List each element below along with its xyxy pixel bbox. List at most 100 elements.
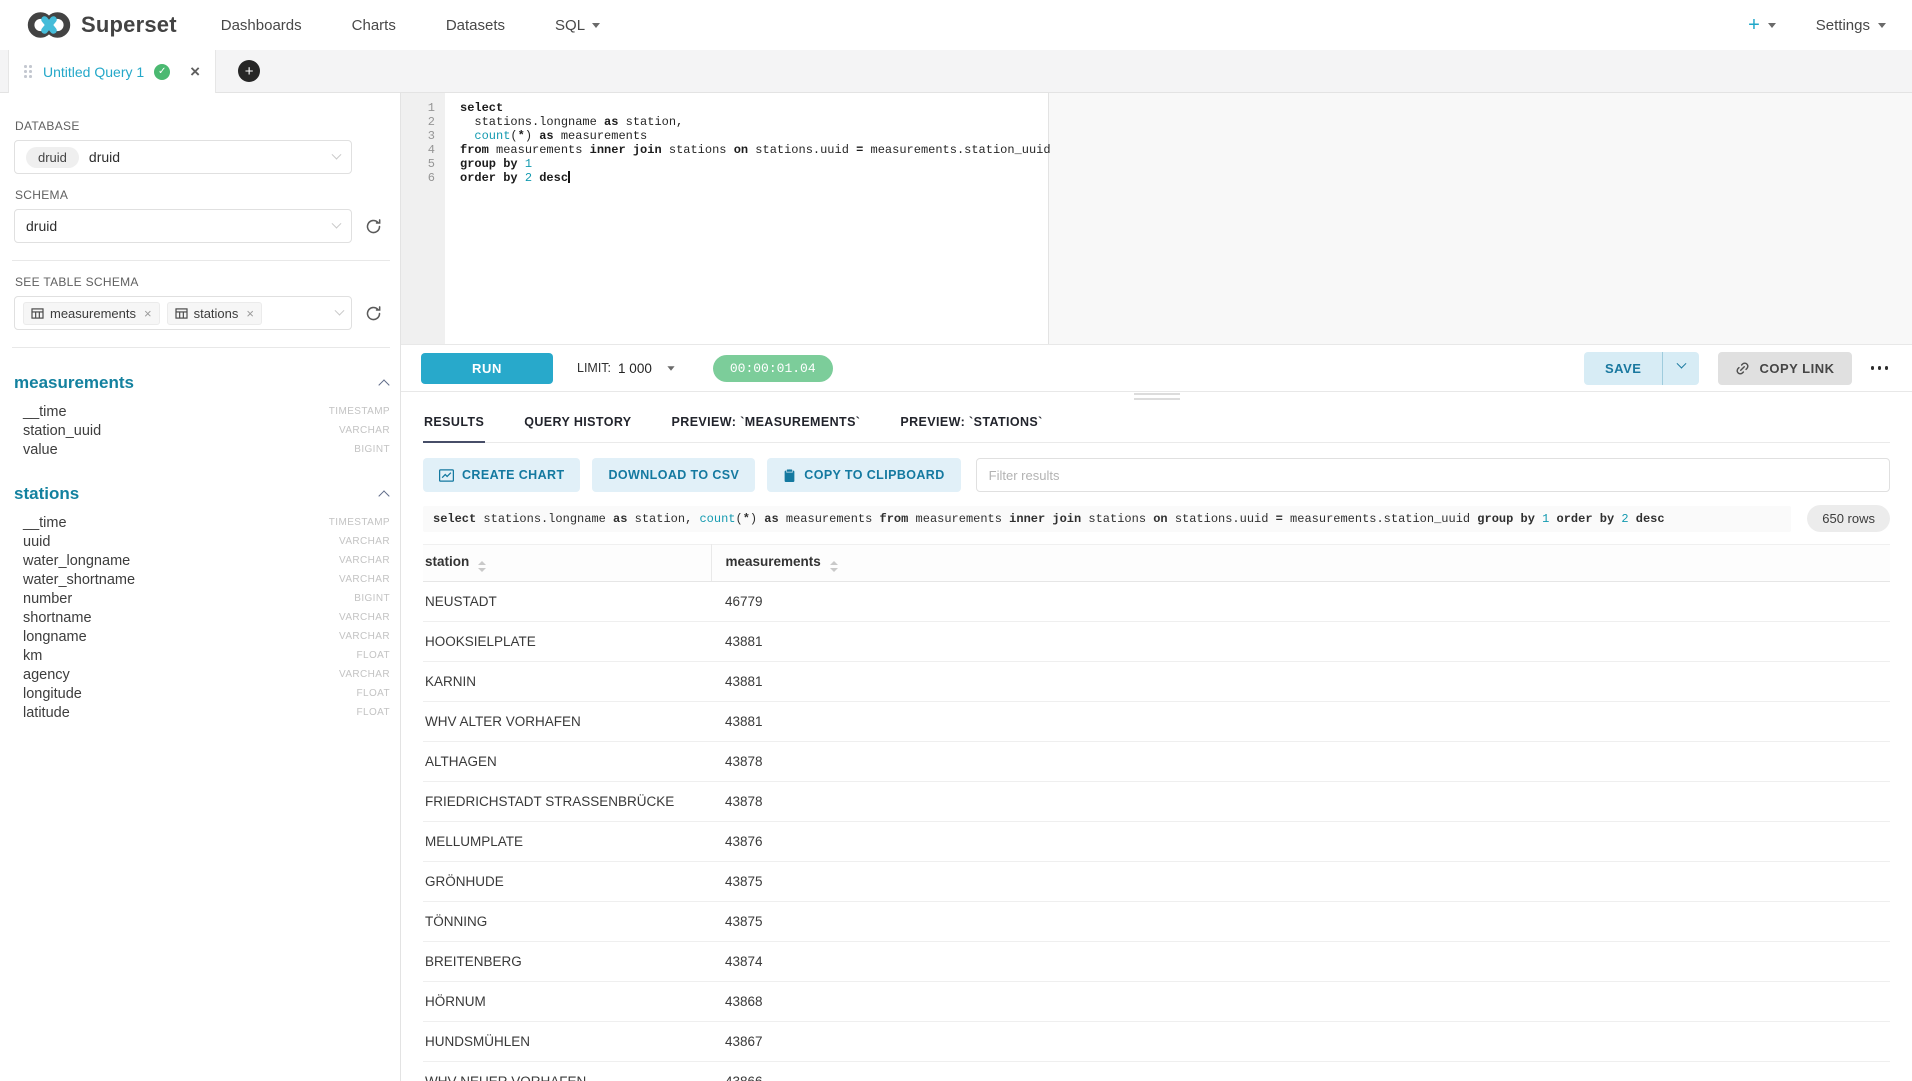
nav-item-datasets[interactable]: Datasets xyxy=(446,17,505,34)
database-label: DATABASE xyxy=(15,119,390,133)
chevron-down-icon xyxy=(1768,23,1776,28)
copy-clipboard-button[interactable]: COPY TO CLIPBOARD xyxy=(767,458,960,492)
superset-infinity-icon xyxy=(26,10,72,40)
column-row: water_shortnameVARCHAR xyxy=(14,570,390,589)
schema-table-name[interactable]: measurements xyxy=(14,373,134,393)
column-name: station_uuid xyxy=(23,423,101,439)
refresh-schemas-button[interactable] xyxy=(365,218,382,235)
sort-icon[interactable] xyxy=(830,561,838,572)
brand-title: Superset xyxy=(81,12,177,38)
database-select[interactable]: druid druid xyxy=(14,140,352,174)
line-number: 3 xyxy=(401,129,435,143)
line-number: 2 xyxy=(401,115,435,129)
results-tab-preview-measurements[interactable]: PREVIEW: `MEASUREMENTS` xyxy=(671,401,862,442)
table-schema-label: SEE TABLE SCHEMA xyxy=(15,275,390,289)
table-cell: HÖRNUM xyxy=(423,981,711,1021)
column-type: BIGINT xyxy=(354,593,390,604)
copy-link-button[interactable]: COPY LINK xyxy=(1718,352,1851,385)
schema-table-stations: stations__timeTIMESTAMPuuidVARCHARwater_… xyxy=(14,484,390,722)
copy-link-label: COPY LINK xyxy=(1759,361,1834,376)
chevron-down-icon xyxy=(1676,359,1686,369)
table-cell: NEUSTADT xyxy=(423,581,711,621)
more-options-icon[interactable] xyxy=(1869,360,1891,376)
drag-handle-icon xyxy=(24,65,32,78)
schema-table-header: measurements xyxy=(14,373,390,393)
table-cell: 46779 xyxy=(711,581,1890,621)
query-tab[interactable]: Untitled Query 1 ✓ × xyxy=(8,50,216,93)
limit-dropdown[interactable]: LIMIT: 1 000 xyxy=(577,361,675,376)
database-type-pill: druid xyxy=(26,147,79,168)
results-tab-query-history[interactable]: QUERY HISTORY xyxy=(523,401,632,442)
table-row: FRIEDRICHSTADT STRASSENBRÜCKE43878 xyxy=(423,781,1890,821)
column-header-measurements[interactable]: measurements xyxy=(711,545,1890,582)
nav-item-charts[interactable]: Charts xyxy=(352,17,396,34)
superset-logo[interactable]: Superset xyxy=(26,10,177,40)
table-cell: 43878 xyxy=(711,741,1890,781)
column-row: latitudeFLOAT xyxy=(14,703,390,722)
save-options-button[interactable] xyxy=(1662,352,1699,385)
chevron-down-icon xyxy=(592,23,600,28)
table-icon xyxy=(175,308,188,319)
nav-item-dashboards[interactable]: Dashboards xyxy=(221,17,302,34)
table-row: MELLUMPLATE43876 xyxy=(423,821,1890,861)
schema-select[interactable]: druid xyxy=(14,209,352,243)
add-tab-button[interactable]: + xyxy=(238,60,260,82)
code-line: count(*) as measurements xyxy=(460,129,1051,143)
settings-menu[interactable]: Settings xyxy=(1816,17,1886,34)
table-row: KARNIN43881 xyxy=(423,661,1890,701)
nav-item-label: Datasets xyxy=(446,17,505,34)
column-type: VARCHAR xyxy=(339,425,390,436)
new-item-menu[interactable]: + xyxy=(1748,15,1776,35)
table-select[interactable]: measurements×stations× xyxy=(14,296,352,330)
database-name: druid xyxy=(89,149,120,165)
results-tab-results[interactable]: RESULTS xyxy=(423,401,485,443)
chevron-up-icon[interactable] xyxy=(378,490,389,501)
line-number: 4 xyxy=(401,143,435,157)
column-name: longitude xyxy=(23,686,82,702)
remove-table-icon[interactable]: × xyxy=(144,306,152,321)
sort-icon[interactable] xyxy=(478,561,486,572)
limit-label: LIMIT: xyxy=(577,361,611,375)
run-button[interactable]: RUN xyxy=(421,353,553,384)
save-button-group: SAVE xyxy=(1584,352,1699,385)
download-csv-button[interactable]: DOWNLOAD TO CSV xyxy=(592,458,755,492)
table-cell: MELLUMPLATE xyxy=(423,821,711,861)
table-row: HOOKSIELPLATE43881 xyxy=(423,621,1890,661)
schema-label: SCHEMA xyxy=(15,188,390,202)
refresh-tables-button[interactable] xyxy=(365,305,382,322)
text-cursor xyxy=(568,171,570,183)
line-number: 6 xyxy=(401,171,435,185)
column-row: longnameVARCHAR xyxy=(14,627,390,646)
table-cell: 43874 xyxy=(711,941,1890,981)
selected-table-pill: measurements × xyxy=(23,302,160,325)
chevron-up-icon[interactable] xyxy=(378,379,389,390)
editor-gutter: 123456 xyxy=(401,93,445,344)
refresh-icon xyxy=(365,218,382,235)
create-chart-button[interactable]: CREATE CHART xyxy=(423,458,580,492)
column-name: number xyxy=(23,591,72,607)
query-success-icon: ✓ xyxy=(154,64,170,80)
close-tab-icon[interactable]: × xyxy=(190,63,200,80)
code-line: from measurements inner join stations on… xyxy=(460,143,1051,157)
results-tab-preview-stations[interactable]: PREVIEW: `STATIONS` xyxy=(899,401,1043,442)
query-tab-title: Untitled Query 1 xyxy=(43,64,144,80)
table-cell: HUNDSMÜHLEN xyxy=(423,1021,711,1061)
schema-table-name[interactable]: stations xyxy=(14,484,79,504)
sql-workpane: 123456 select stations.longname as stati… xyxy=(400,93,1912,1081)
remove-table-icon[interactable]: × xyxy=(246,306,254,321)
pane-resize-grip[interactable] xyxy=(401,392,1912,401)
filter-results-input[interactable] xyxy=(976,458,1890,492)
column-name: km xyxy=(23,648,42,664)
table-cell: HOOKSIELPLATE xyxy=(423,621,711,661)
column-type: TIMESTAMP xyxy=(329,406,390,417)
table-cell: 43875 xyxy=(711,901,1890,941)
sql-editor[interactable]: 123456 select stations.longname as stati… xyxy=(401,93,1912,344)
nav-item-sql[interactable]: SQL xyxy=(555,17,600,34)
selected-table-name: measurements xyxy=(50,306,136,321)
table-cell: 43876 xyxy=(711,821,1890,861)
column-header-station[interactable]: station xyxy=(423,545,711,582)
nav-item-label: Dashboards xyxy=(221,17,302,34)
column-type: VARCHAR xyxy=(339,536,390,547)
save-button[interactable]: SAVE xyxy=(1584,352,1662,385)
chart-icon xyxy=(439,469,454,482)
